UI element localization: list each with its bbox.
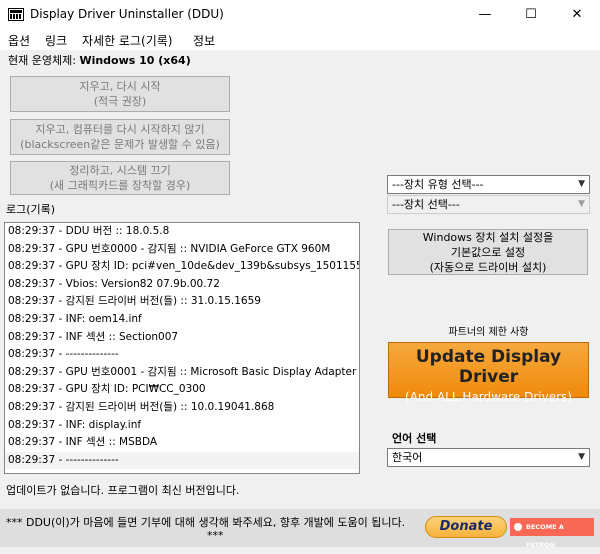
device-install-line2: 기본값으로 설정: [450, 245, 526, 259]
log-row[interactable]: 08:29:37 - 감지된 드라이버 버전(들) :: 31.0.15.165…: [5, 293, 359, 311]
patreon-icon: [514, 523, 522, 531]
device-type-select[interactable]: ---장치 유형 선택--- ▼: [387, 175, 590, 194]
log-row[interactable]: 08:29:37 - GPU 장치 ID: PCI₩CC_0300: [5, 381, 359, 399]
log-row[interactable]: 08:29:37 - GPU 번호0001 - 감지됨 :: Microsoft…: [5, 364, 359, 382]
update-banner-subtitle: (And ALL Hardware Drivers): [405, 390, 572, 404]
chevron-down-icon: ▼: [578, 452, 585, 462]
device-type-value: ---장치 유형 선택---: [392, 178, 484, 191]
os-label: 현재 운영체제:: [8, 54, 76, 67]
device-install-line3: (자동으로 드라이버 설치): [429, 260, 547, 274]
clean-restart-sublabel: (적극 권장): [93, 95, 147, 108]
partner-label: 파트너의 제한 사항: [448, 327, 529, 338]
donate-button[interactable]: Donate: [425, 516, 507, 538]
log-row[interactable]: 08:29:37 - --------------: [5, 346, 359, 364]
window-title: Display Driver Uninstaller (DDU): [30, 7, 224, 21]
chevron-down-icon: ▼: [578, 199, 585, 209]
log-row-selected[interactable]: 08:29:37 - --------------: [5, 451, 359, 470]
language-select[interactable]: 한국어 ▼: [387, 448, 590, 467]
minimize-button[interactable]: —: [462, 0, 508, 30]
menu-options[interactable]: 옵션: [8, 32, 30, 49]
menu-info[interactable]: 정보: [193, 32, 215, 49]
log-row[interactable]: 08:29:37 - INF 섹션 :: MSBDA: [5, 434, 359, 452]
os-value: Windows 10 (x64): [79, 54, 191, 67]
log-label: 로그(기록): [6, 203, 56, 216]
update-banner-title: Update Display Driver: [415, 347, 562, 387]
title-bar: Display Driver Uninstaller (DDU) — ☐ ✕: [0, 0, 600, 30]
clean-shutdown-sublabel: (새 그래픽카드를 장착할 경우): [49, 179, 191, 192]
log-row[interactable]: 08:29:37 - 감지된 드라이버 버전(들) :: 10.0.19041.…: [5, 399, 359, 417]
device-value: ---장치 선택---: [392, 198, 460, 211]
log-row[interactable]: 08:29:37 - INF 섹션 :: Section007: [5, 329, 359, 347]
language-value: 한국어: [392, 451, 423, 464]
os-info: 현재 운영체제: Windows 10 (x64): [8, 52, 191, 68]
log-row[interactable]: 08:29:37 - INF: oem14.inf: [5, 311, 359, 329]
maximize-button[interactable]: ☐: [508, 0, 554, 30]
app-icon: [8, 8, 24, 21]
status-message: 업데이트가 없습니다. 프로그램이 최신 버전입니다.: [6, 484, 240, 497]
clean-shutdown-label: 정리하고, 시스템 끄기: [69, 164, 171, 177]
menu-bar: 옵션 링크 자세한 로그(기록) 정보: [0, 30, 600, 50]
log-row[interactable]: 08:29:37 - Vbios: Version82 07.9b.00.72: [5, 276, 359, 294]
log-row[interactable]: 08:29:37 - GPU 장치 ID: pci#ven_10de&dev_1…: [5, 258, 359, 276]
device-install-settings-button[interactable]: Windows 장치 설치 설정을 기본값으로 설정 (자동으로 드라이버 설치…: [388, 229, 588, 275]
log-row[interactable]: 08:29:37 - GPU 번호0000 - 감지됨 :: NVIDIA Ge…: [5, 241, 359, 259]
update-driver-banner[interactable]: Update Display Driver (And ALL Hardware …: [388, 342, 589, 404]
patreon-button[interactable]: BECOME A PATRON: [510, 518, 594, 549]
device-select[interactable]: ---장치 선택--- ▼: [387, 195, 590, 214]
clean-restart-label: 지우고, 다시 시작: [79, 80, 161, 93]
menu-verbose-log[interactable]: 자세한 로그(기록): [82, 32, 172, 49]
clean-restart-button[interactable]: 지우고, 다시 시작 (적극 권장): [10, 76, 230, 112]
menu-links[interactable]: 링크: [45, 32, 67, 49]
log-row[interactable]: 08:29:37 - INF: display.inf: [5, 417, 359, 435]
device-install-line1: Windows 장치 설치 설정을: [422, 230, 554, 244]
clean-no-restart-label: 지우고, 컴퓨터를 다시 시작하지 않기: [35, 123, 205, 136]
clean-no-restart-sublabel: (blackscreen같은 문제가 발생할 수 있음): [20, 138, 220, 151]
log-list[interactable]: 08:29:37 - DDU 버전 :: 18.0.5.8 08:29:37 -…: [4, 222, 360, 474]
close-button[interactable]: ✕: [554, 0, 600, 30]
language-label: 언어 선택: [392, 432, 437, 445]
footer-stars: ***: [207, 529, 224, 542]
chevron-down-icon: ▼: [578, 179, 585, 189]
clean-shutdown-button[interactable]: 정리하고, 시스템 끄기 (새 그래픽카드를 장착할 경우): [10, 161, 230, 195]
clean-no-restart-button[interactable]: 지우고, 컴퓨터를 다시 시작하지 않기 (blackscreen같은 문제가 …: [10, 119, 230, 155]
log-row[interactable]: 08:29:37 - DDU 버전 :: 18.0.5.8: [5, 223, 359, 241]
donation-message: *** DDU(이)가 마음에 들면 기부에 대해 생각해 봐주세요, 향후 개…: [6, 516, 406, 529]
